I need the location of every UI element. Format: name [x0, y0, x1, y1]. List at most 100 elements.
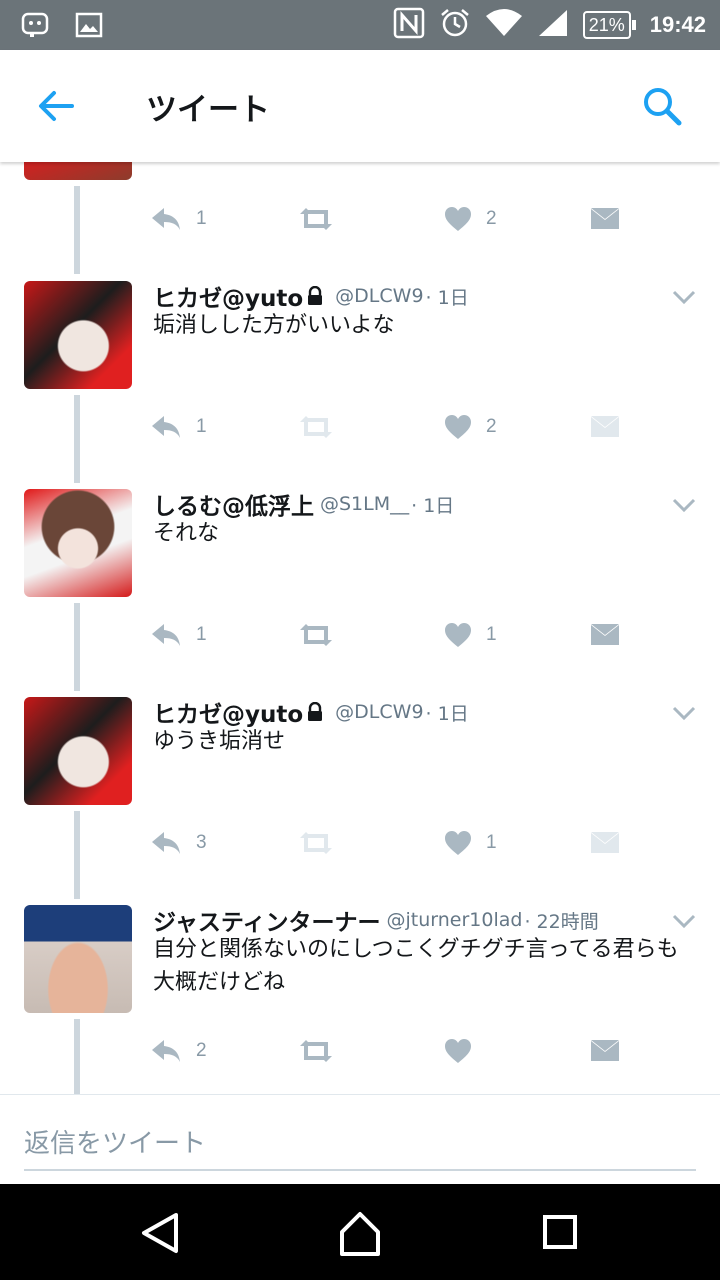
retweet-button[interactable]: [298, 615, 334, 655]
tweet-header: ジャスティンターナー @jturner10lad · 22時間: [153, 903, 599, 937]
tweet-text: ゆうき垢消せ: [153, 729, 286, 754]
thread-line: [74, 395, 80, 483]
dm-button[interactable]: [590, 1031, 620, 1071]
avatar[interactable]: [24, 905, 132, 1013]
retweet-icon: [300, 416, 332, 438]
heart-icon: [445, 207, 471, 231]
battery-percentage: 21%: [582, 11, 631, 39]
heart-icon: [445, 415, 471, 439]
reply-icon: [152, 208, 180, 230]
reply-icon: [152, 1040, 180, 1062]
tweet-time: · 22時間: [524, 910, 599, 933]
retweet-icon: [300, 624, 332, 646]
display-name[interactable]: ヒカゼ@yuto: [153, 695, 303, 729]
thread-line: [74, 186, 80, 274]
dm-button-disabled: [590, 407, 620, 447]
heart-icon: [445, 831, 471, 855]
like-count: 2: [486, 416, 497, 437]
nav-home-button[interactable]: [330, 1208, 390, 1258]
like-button[interactable]: 1: [444, 823, 497, 863]
like-count: 1: [486, 832, 497, 853]
search-button[interactable]: [640, 84, 684, 128]
reply-button[interactable]: 1: [150, 615, 207, 655]
like-count: 2: [486, 208, 497, 229]
user-handle[interactable]: @DLCW9: [335, 285, 423, 307]
thread-line: [74, 811, 80, 899]
retweet-icon: [300, 1040, 332, 1062]
avatar[interactable]: [24, 489, 132, 597]
home-icon: [340, 1212, 380, 1256]
reply-count: 1: [196, 208, 207, 229]
chat-bubble-icon: [18, 8, 52, 42]
tweet-actions: 1 2: [150, 199, 630, 239]
retweet-button[interactable]: [298, 1031, 334, 1071]
chevron-down-icon[interactable]: [670, 703, 698, 723]
reply-icon: [152, 832, 180, 854]
reply-button[interactable]: 1: [150, 407, 207, 447]
reply-button[interactable]: 3: [150, 823, 207, 863]
like-button[interactable]: [444, 1031, 486, 1071]
chevron-down-icon[interactable]: [670, 911, 698, 931]
reply-input[interactable]: [24, 1119, 696, 1171]
like-button[interactable]: 2: [444, 407, 497, 447]
display-name[interactable]: ジャスティンターナー: [153, 903, 380, 937]
retweet-button-disabled: [298, 823, 334, 863]
user-handle[interactable]: @S1LM__: [320, 493, 409, 515]
reply-count: 2: [196, 1040, 207, 1061]
reply-button[interactable]: 2: [150, 1031, 207, 1071]
tweet-time: · 1日: [411, 494, 455, 517]
search-icon: [644, 88, 682, 126]
envelope-icon: [591, 416, 619, 437]
reply-button[interactable]: 1: [150, 199, 207, 239]
envelope-icon: [591, 624, 619, 645]
envelope-icon: [591, 832, 619, 853]
user-handle[interactable]: @jturner10lad: [386, 909, 522, 931]
avatar[interactable]: [24, 281, 132, 389]
reply-count: 1: [196, 624, 207, 645]
nav-recents-button[interactable]: [530, 1208, 590, 1258]
tweet-feed[interactable]: 1 2 ヒカゼ@yuto @DLCW9 · 1日 垢消しした方がいいよな 1 2…: [0, 162, 720, 1094]
dm-button-disabled: [590, 823, 620, 863]
reply-count: 1: [196, 416, 207, 437]
dm-button[interactable]: [590, 199, 620, 239]
chevron-down-icon[interactable]: [670, 495, 698, 515]
lock-icon: [308, 286, 323, 305]
back-button[interactable]: [34, 86, 78, 126]
chevron-down-icon[interactable]: [670, 287, 698, 307]
tweet-time: · 1日: [425, 702, 469, 725]
reply-count: 3: [196, 832, 207, 853]
alarm-icon: [439, 7, 471, 43]
display-name[interactable]: ヒカゼ@yuto: [153, 279, 303, 313]
partial-avatar[interactable]: [24, 162, 132, 180]
tweet-header: しるむ@低浮上 @S1LM__ · 1日: [153, 487, 454, 521]
nfc-icon: [393, 7, 425, 43]
reply-icon: [152, 416, 180, 438]
user-handle[interactable]: @DLCW9: [335, 701, 423, 723]
triangle-back-icon: [142, 1213, 178, 1253]
avatar[interactable]: [24, 697, 132, 805]
display-name[interactable]: しるむ@低浮上: [153, 487, 314, 521]
lock-icon: [308, 702, 323, 721]
battery-icon: 21%: [582, 11, 636, 39]
envelope-icon: [591, 208, 619, 229]
wifi-icon: [485, 8, 523, 42]
retweet-button[interactable]: [298, 199, 334, 239]
clock: 19:42: [649, 12, 706, 37]
tweet-actions: 3 1: [150, 823, 630, 863]
arrow-left-icon: [39, 91, 74, 121]
heart-icon: [445, 623, 471, 647]
dm-button[interactable]: [590, 615, 620, 655]
retweet-button-disabled: [298, 407, 334, 447]
image-icon: [72, 8, 106, 42]
tweet-text: 垢消しした方がいいよな: [153, 313, 395, 338]
like-button[interactable]: 2: [444, 199, 497, 239]
like-button[interactable]: 1: [444, 615, 497, 655]
reply-icon: [152, 624, 180, 646]
nav-back-button[interactable]: [130, 1208, 190, 1258]
tweet-actions: 1 1: [150, 615, 630, 655]
tweet-header: ヒカゼ@yuto @DLCW9 · 1日: [153, 695, 469, 729]
retweet-icon: [300, 832, 332, 854]
system-nav-bar: [0, 1184, 720, 1280]
tweet-text: 自分と関係ないのにしつこくグチグチ言ってる君らも大概だけどね: [153, 937, 679, 995]
heart-icon: [445, 1039, 471, 1063]
